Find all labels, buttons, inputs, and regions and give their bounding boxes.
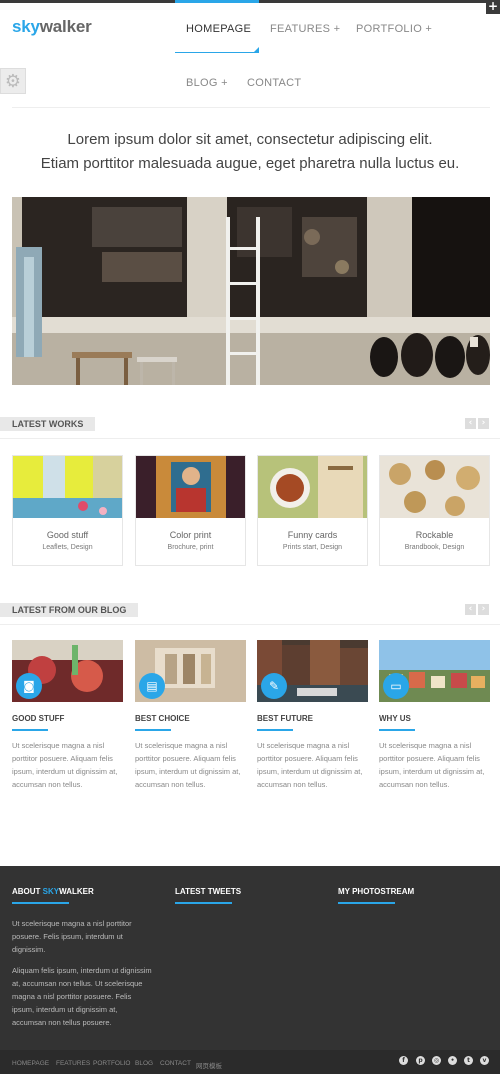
footer-about-title: ABOUT SKYWALKER bbox=[12, 887, 94, 896]
work-card-color-print[interactable]: Color print Brochure, print bbox=[135, 455, 246, 566]
intro-line-1: Lorem ipsum dolor sit amet, consectetur … bbox=[67, 131, 433, 148]
footer-about-sky: SKY bbox=[42, 887, 60, 896]
footer-link-templates[interactable]: 网页模板 bbox=[196, 1060, 222, 1070]
latest-works-divider bbox=[0, 438, 500, 439]
blog-title-underline bbox=[257, 729, 293, 731]
blog-post[interactable]: ◙ GOOD STUFF Ut scelerisque magna a nisl… bbox=[12, 640, 123, 791]
logo-sky: sky bbox=[12, 17, 40, 36]
nav-active-underline bbox=[175, 52, 259, 53]
intro-line-2: Etiam porttitor malesuada augue, eget ph… bbox=[40, 155, 460, 172]
nav-homepage[interactable]: HOMEPAGE bbox=[186, 23, 251, 35]
blog-thumb: ✎ bbox=[257, 640, 368, 702]
hero-shopfront-illustration bbox=[12, 197, 490, 385]
work-thumb bbox=[13, 456, 122, 518]
nav-contact[interactable]: CONTACT bbox=[247, 77, 301, 89]
blog-title[interactable]: WHY US bbox=[379, 714, 490, 723]
blog-title-underline bbox=[379, 729, 415, 731]
hero-image bbox=[12, 197, 490, 385]
vimeo-icon[interactable]: v bbox=[480, 1056, 489, 1065]
header-divider bbox=[12, 107, 490, 108]
footer-photostream-title: MY PHOTOSTREAM bbox=[338, 887, 415, 896]
blog-post[interactable]: ▭ WHY US Ut scelerisque magna a nisl por… bbox=[379, 640, 490, 791]
blog-next-button[interactable]: › bbox=[478, 604, 489, 615]
blog-thumb: ◙ bbox=[12, 640, 123, 702]
work-title: Rockable bbox=[415, 530, 454, 540]
blog-title-underline bbox=[12, 729, 48, 731]
works-next-button[interactable]: › bbox=[478, 418, 489, 429]
work-title: Color print bbox=[169, 530, 212, 540]
footer-about-walker: WALKER bbox=[59, 887, 94, 896]
settings-gear-icon[interactable]: ⚙ bbox=[0, 68, 26, 94]
work-card-good-stuff[interactable]: Good stuff Leaflets, Design bbox=[12, 455, 123, 566]
logo-walker: walker bbox=[39, 17, 92, 36]
blog-title[interactable]: BEST FUTURE bbox=[257, 714, 368, 723]
work-title: Funny cards bbox=[287, 530, 338, 540]
flickr-icon[interactable]: • bbox=[448, 1056, 457, 1065]
blog-title[interactable]: GOOD STUFF bbox=[12, 714, 123, 723]
works-prev-button[interactable]: ‹ bbox=[465, 418, 476, 429]
intro-text: Lorem ipsum dolor sit amet, consectetur … bbox=[0, 128, 500, 176]
blog-excerpt: Ut scelerisque magna a nisl porttitor po… bbox=[379, 741, 485, 789]
footer-link-blog[interactable]: BLOG bbox=[135, 1060, 153, 1067]
nav-blog[interactable]: BLOG + bbox=[186, 77, 228, 89]
footer-link-portfolio[interactable]: PORTFOLIO bbox=[93, 1060, 130, 1067]
work-subtitle: Leaflets, Design bbox=[42, 544, 93, 551]
blog-excerpt: Ut scelerisque magna a nisl porttitor po… bbox=[135, 741, 241, 789]
work-card-rockable[interactable]: Rockable Brandbook, Design bbox=[379, 455, 490, 566]
nav-active-triangle bbox=[253, 47, 259, 53]
blog-heading: LATEST FROM OUR BLOG bbox=[0, 603, 139, 617]
logo[interactable]: skywalker bbox=[12, 17, 92, 37]
blog-excerpt: Ut scelerisque magna a nisl porttitor po… bbox=[12, 741, 118, 789]
facebook-icon[interactable]: f bbox=[399, 1056, 408, 1065]
expand-icon[interactable]: + bbox=[486, 0, 500, 14]
nav-active-top-indicator bbox=[175, 0, 259, 3]
camera-icon: ◙ bbox=[16, 673, 42, 699]
footer-about-underline bbox=[12, 902, 69, 904]
nav-portfolio[interactable]: PORTFOLIO + bbox=[356, 23, 432, 35]
latest-works-heading: LATEST WORKS bbox=[0, 417, 96, 431]
nav-features[interactable]: FEATURES + bbox=[270, 23, 340, 35]
work-title: Good stuff bbox=[46, 530, 89, 540]
edit-icon: ✎ bbox=[261, 673, 287, 699]
twitter-icon[interactable]: t bbox=[464, 1056, 473, 1065]
blog-prev-button[interactable]: ‹ bbox=[465, 604, 476, 615]
blog-post[interactable]: ✎ BEST FUTURE Ut scelerisque magna a nis… bbox=[257, 640, 368, 791]
video-icon: ▤ bbox=[139, 673, 165, 699]
blog-divider bbox=[0, 624, 500, 625]
footer-link-contact[interactable]: CONTACT bbox=[160, 1060, 191, 1067]
footer-tweets-title: LATEST TWEETS bbox=[175, 887, 242, 896]
footer-tweets-underline bbox=[175, 902, 232, 904]
footer-link-features[interactable]: FEATURES bbox=[56, 1060, 90, 1067]
dribbble-icon[interactable]: ◎ bbox=[432, 1056, 441, 1065]
work-subtitle: Prints start, Design bbox=[282, 544, 343, 551]
card-icon: ▭ bbox=[383, 673, 409, 699]
work-subtitle: Brandbook, Design bbox=[404, 544, 465, 551]
pinterest-icon[interactable]: p bbox=[416, 1056, 425, 1065]
work-thumb bbox=[380, 456, 489, 518]
work-subtitle: Brochure, print bbox=[167, 544, 214, 551]
footer-photostream-underline bbox=[338, 902, 395, 904]
blog-excerpt: Ut scelerisque magna a nisl porttitor po… bbox=[257, 741, 363, 789]
blog-title-underline bbox=[135, 729, 171, 731]
work-thumb bbox=[258, 456, 367, 518]
footer-about-paragraph-2: Aliquam felis ipsum, interdum ut digniss… bbox=[12, 966, 152, 1027]
work-card-funny-cards[interactable]: Funny cards Prints start, Design bbox=[257, 455, 368, 566]
blog-post[interactable]: ▤ BEST CHOICE Ut scelerisque magna a nis… bbox=[135, 640, 246, 791]
work-thumb bbox=[136, 456, 245, 518]
blog-thumb: ▭ bbox=[379, 640, 490, 702]
footer-link-homepage[interactable]: HOMEPAGE bbox=[12, 1060, 49, 1067]
footer-about-paragraph-1: Ut scelerisque magna a nisl porttitor po… bbox=[12, 919, 132, 954]
blog-title[interactable]: BEST CHOICE bbox=[135, 714, 246, 723]
blog-thumb: ▤ bbox=[135, 640, 246, 702]
footer-about-prefix: ABOUT bbox=[12, 887, 43, 896]
